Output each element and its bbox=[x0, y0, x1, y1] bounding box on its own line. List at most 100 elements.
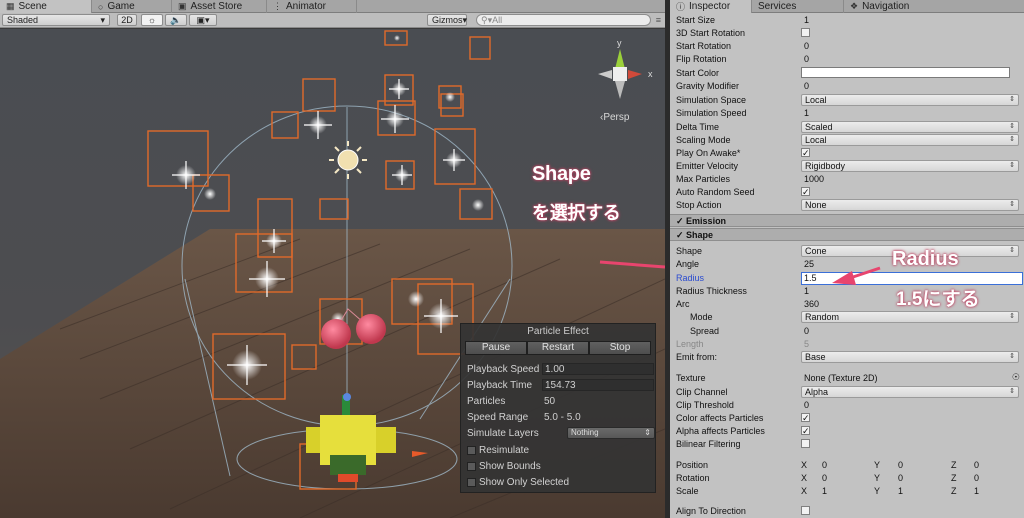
position-x-field[interactable]: 0 bbox=[822, 460, 827, 470]
tab-navigation-label: Navigation bbox=[862, 1, 910, 12]
start-rotation-value[interactable]: 0 bbox=[804, 41, 809, 51]
bilinear-checkbox[interactable] bbox=[801, 439, 810, 448]
perspective-label[interactable]: ‹Persp bbox=[600, 112, 629, 123]
tab-services[interactable]: Services bbox=[752, 0, 844, 13]
spread-value[interactable]: 0 bbox=[804, 326, 809, 336]
radius-thickness-value[interactable]: 1 bbox=[804, 286, 809, 296]
clip-threshold-value[interactable]: 0 bbox=[804, 400, 809, 410]
emission-module-header[interactable]: ✓ Emission bbox=[670, 214, 1024, 227]
position-label: Position bbox=[676, 460, 709, 470]
arc-value[interactable]: 360 bbox=[804, 299, 819, 309]
clip-channel-dropdown[interactable]: Alpha ⇕ bbox=[801, 386, 1019, 398]
shape-module-header[interactable]: ✓ Shape bbox=[670, 228, 1024, 241]
alpha-affects-checkbox[interactable]: ✓ bbox=[801, 426, 810, 436]
tab-asset-store[interactable]: ▣ Asset Store bbox=[172, 0, 267, 13]
position-y-field[interactable]: 0 bbox=[898, 460, 903, 470]
max-particles-value[interactable]: 1000 bbox=[804, 174, 824, 184]
lock-icon[interactable]: ≡ bbox=[656, 15, 661, 25]
start-size-label: Start Size bbox=[676, 15, 716, 25]
clip-channel-value: Alpha bbox=[805, 387, 829, 397]
spread-label: Spread bbox=[690, 326, 720, 336]
start-color-swatch[interactable] bbox=[801, 67, 1010, 78]
start-rotation-3d-checkbox[interactable] bbox=[801, 28, 810, 37]
scale-y-field[interactable]: 1 bbox=[898, 486, 903, 496]
stop-button[interactable]: Stop bbox=[589, 341, 651, 355]
gravity-modifier-value[interactable]: 0 bbox=[804, 81, 809, 91]
start-size-row: Start Size 1 bbox=[670, 14, 1024, 27]
clip-channel-row: Clip Channel Alpha ⇕ bbox=[670, 386, 1024, 399]
simulation-space-row: Simulation Space Local ⇕ bbox=[670, 94, 1024, 107]
show-bounds-checkbox[interactable] bbox=[467, 462, 476, 471]
restart-button[interactable]: Restart bbox=[527, 341, 589, 355]
show-only-selected-checkbox[interactable] bbox=[467, 478, 476, 487]
scene-audio-button[interactable]: 🔈 bbox=[165, 14, 187, 26]
dropdown-arrow-icon: ⇕ bbox=[1009, 313, 1015, 320]
simulation-space-dropdown[interactable]: Local ⇕ bbox=[801, 94, 1019, 106]
playback-speed-field[interactable]: 1.00 bbox=[542, 363, 654, 375]
align-to-direction-checkbox[interactable] bbox=[801, 506, 810, 515]
show-bounds-toggle[interactable]: Show Bounds bbox=[467, 461, 541, 472]
tab-inspector[interactable]: ⓘ Inspector bbox=[670, 0, 752, 13]
simulation-space-value: Local bbox=[805, 95, 827, 105]
emitter-velocity-dropdown[interactable]: Rigidbody ⇕ bbox=[801, 160, 1019, 172]
show-only-selected-label: Show Only Selected bbox=[479, 477, 570, 488]
simulation-speed-value[interactable]: 1 bbox=[804, 108, 809, 118]
delta-time-row: Delta Time Scaled ⇕ bbox=[670, 121, 1024, 134]
stop-action-label: Stop Action bbox=[676, 200, 722, 210]
texture-label: Texture bbox=[676, 373, 706, 383]
stop-action-dropdown[interactable]: None ⇕ bbox=[801, 199, 1019, 211]
info-icon: ⓘ bbox=[676, 2, 686, 12]
play-on-awake-checkbox[interactable]: ✓ bbox=[801, 148, 810, 158]
flip-rotation-value[interactable]: 0 bbox=[804, 54, 809, 64]
rotation-x-field[interactable]: 0 bbox=[822, 473, 827, 483]
dropdown-arrow-icon: ⇕ bbox=[1009, 162, 1015, 169]
bilinear-label: Bilinear Filtering bbox=[676, 439, 741, 449]
mode-dropdown[interactable]: Random ⇕ bbox=[801, 311, 1019, 323]
scene-lighting-button[interactable]: ☼ bbox=[141, 14, 163, 26]
start-size-value[interactable]: 1 bbox=[804, 15, 809, 25]
angle-value[interactable]: 25 bbox=[804, 259, 814, 269]
align-to-direction-label: Align To Direction bbox=[676, 506, 746, 516]
length-label: Length bbox=[676, 339, 704, 349]
dropdown-arrow-icon: ⇕ bbox=[1009, 136, 1015, 143]
position-z-field[interactable]: 0 bbox=[974, 460, 979, 470]
playback-time-field[interactable]: 154.73 bbox=[542, 379, 654, 391]
toggle-2d-button[interactable]: 2D bbox=[117, 14, 137, 26]
svg-text:y: y bbox=[617, 38, 622, 48]
scene-search-input[interactable]: ⚲▾ All bbox=[476, 14, 651, 26]
axis-x-label: X bbox=[801, 486, 808, 496]
resimulate-checkbox[interactable] bbox=[467, 446, 476, 455]
texture-value[interactable]: None (Texture 2D) bbox=[804, 373, 878, 383]
radius-thickness-label: Radius Thickness bbox=[676, 286, 747, 296]
shading-mode-dropdown[interactable]: Shaded ▾ bbox=[2, 14, 110, 26]
gizmos-dropdown[interactable]: Gizmos ▾ bbox=[427, 14, 467, 26]
color-affects-checkbox[interactable]: ✓ bbox=[801, 413, 810, 423]
show-only-selected-toggle[interactable]: Show Only Selected bbox=[467, 477, 569, 488]
axis-x-label: X bbox=[801, 460, 808, 470]
resimulate-toggle[interactable]: Resimulate bbox=[467, 445, 529, 456]
scale-z-field[interactable]: 1 bbox=[974, 486, 979, 496]
tab-animator[interactable]: ⋮ Animator bbox=[267, 0, 357, 13]
clip-threshold-label: Clip Threshold bbox=[676, 400, 734, 410]
object-picker-icon[interactable]: ☉ bbox=[1012, 372, 1020, 383]
emit-from-dropdown[interactable]: Base ⇕ bbox=[801, 351, 1019, 363]
scale-row: Scale X 1 Y 1 Z 1 bbox=[670, 485, 1024, 498]
axis-z-label: Z bbox=[951, 460, 957, 470]
mode-row: Mode Random ⇕ bbox=[670, 311, 1024, 324]
simulate-layers-dropdown[interactable]: Nothing ⇕ bbox=[567, 427, 655, 439]
scene-view[interactable]: x y ‹Persp Shape を選択する Particle Effect P… bbox=[0, 29, 665, 518]
axis-y-label: Y bbox=[874, 473, 881, 483]
scaling-mode-dropdown[interactable]: Local ⇕ bbox=[801, 134, 1019, 146]
rotation-y-field[interactable]: 0 bbox=[898, 473, 903, 483]
scene-effects-button[interactable]: ▣▾ bbox=[189, 14, 217, 26]
tab-game[interactable]: ○ Game bbox=[92, 0, 172, 13]
delta-time-dropdown[interactable]: Scaled ⇕ bbox=[801, 121, 1019, 133]
auto-random-seed-checkbox[interactable]: ✓ bbox=[801, 187, 810, 197]
scale-x-field[interactable]: 1 bbox=[822, 486, 827, 496]
rotation-z-field[interactable]: 0 bbox=[974, 473, 979, 483]
directional-light-gizmo bbox=[329, 141, 367, 179]
play-on-awake-label: Play On Awake* bbox=[676, 148, 741, 158]
pause-button[interactable]: Pause bbox=[465, 341, 527, 355]
tab-scene[interactable]: ▦ Scene bbox=[0, 0, 92, 13]
tab-navigation[interactable]: ❖ Navigation bbox=[844, 0, 1024, 13]
